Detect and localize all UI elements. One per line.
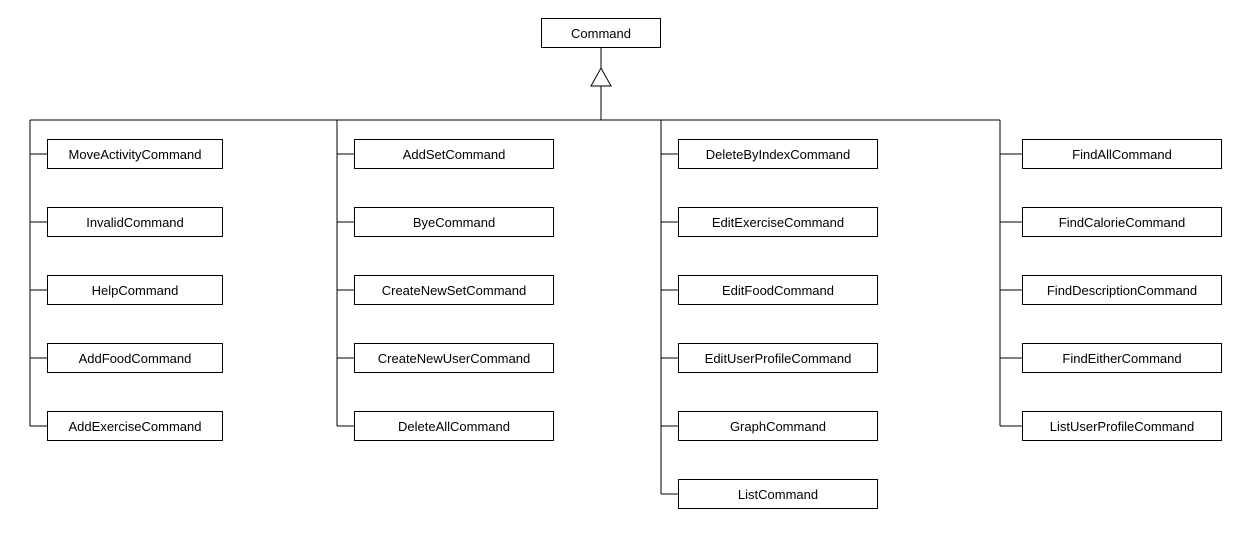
class-label: CreateNewSetCommand [382, 283, 527, 298]
class-label: Command [571, 26, 631, 41]
class-label: AddExerciseCommand [69, 419, 202, 434]
class-box: EditFoodCommand [678, 275, 878, 305]
class-box: AddSetCommand [354, 139, 554, 169]
class-box: AddFoodCommand [47, 343, 223, 373]
class-box: FindAllCommand [1022, 139, 1222, 169]
class-box: HelpCommand [47, 275, 223, 305]
class-label: HelpCommand [92, 283, 179, 298]
class-label: AddSetCommand [403, 147, 506, 162]
class-box: CreateNewSetCommand [354, 275, 554, 305]
class-box: DeleteByIndexCommand [678, 139, 878, 169]
class-box: FindEitherCommand [1022, 343, 1222, 373]
class-box-root: Command [541, 18, 661, 48]
class-label: FindCalorieCommand [1059, 215, 1185, 230]
class-label: DeleteAllCommand [398, 419, 510, 434]
class-label: CreateNewUserCommand [378, 351, 530, 366]
class-label: EditExerciseCommand [712, 215, 844, 230]
class-label: DeleteByIndexCommand [706, 147, 851, 162]
class-box: MoveActivityCommand [47, 139, 223, 169]
class-label: FindDescriptionCommand [1047, 283, 1197, 298]
class-label: FindAllCommand [1072, 147, 1172, 162]
class-label: ListUserProfileCommand [1050, 419, 1195, 434]
class-box: EditUserProfileCommand [678, 343, 878, 373]
class-label: EditUserProfileCommand [705, 351, 852, 366]
class-label: InvalidCommand [86, 215, 184, 230]
class-label: FindEitherCommand [1062, 351, 1181, 366]
class-label: EditFoodCommand [722, 283, 834, 298]
class-box: FindDescriptionCommand [1022, 275, 1222, 305]
class-label: MoveActivityCommand [69, 147, 202, 162]
class-label: ListCommand [738, 487, 818, 502]
class-label: GraphCommand [730, 419, 826, 434]
class-box: GraphCommand [678, 411, 878, 441]
class-box: DeleteAllCommand [354, 411, 554, 441]
class-label: AddFoodCommand [79, 351, 192, 366]
class-box: EditExerciseCommand [678, 207, 878, 237]
class-box: ListUserProfileCommand [1022, 411, 1222, 441]
class-box: FindCalorieCommand [1022, 207, 1222, 237]
class-box: ByeCommand [354, 207, 554, 237]
class-label: ByeCommand [413, 215, 495, 230]
class-box: AddExerciseCommand [47, 411, 223, 441]
class-box: InvalidCommand [47, 207, 223, 237]
class-box: CreateNewUserCommand [354, 343, 554, 373]
class-box: ListCommand [678, 479, 878, 509]
